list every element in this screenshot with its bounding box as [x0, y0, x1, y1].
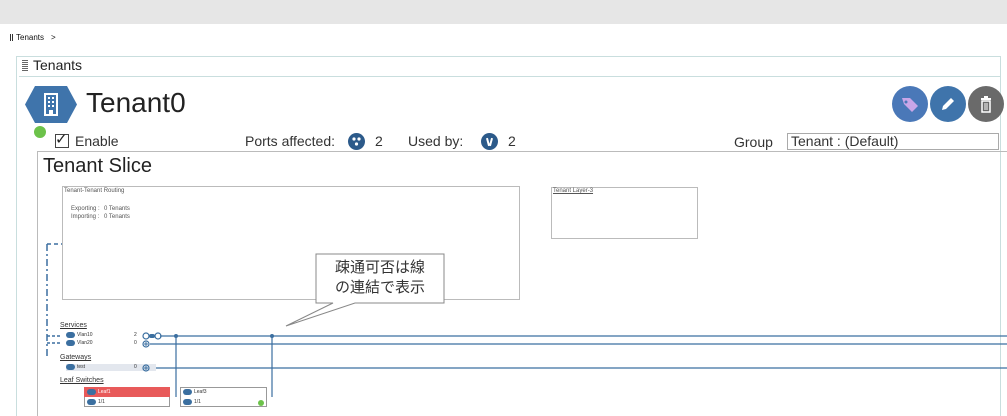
- service-connectors: [142, 332, 162, 348]
- topology-lines: [46, 243, 1007, 397]
- service-name: Vlan10: [77, 332, 93, 338]
- leaf-name: Leaf3: [194, 389, 207, 395]
- gateway-pill-icon: [66, 364, 75, 370]
- leaf-name: Leaf1: [98, 389, 111, 395]
- leaf-status-dot: [258, 400, 264, 406]
- leaf-alarm-bar: [84, 387, 170, 397]
- service-count: 2: [134, 332, 137, 338]
- services-label[interactable]: Services: [60, 322, 87, 329]
- callout-line-2: の連結で表示: [334, 279, 425, 296]
- service-pill-icon: [66, 340, 75, 346]
- leaf-port: 1/1: [194, 399, 201, 405]
- gateway-add-icon[interactable]: [140, 362, 152, 374]
- gateways-label[interactable]: Gateways: [60, 354, 91, 361]
- gateway-count: 0: [134, 364, 137, 370]
- callout-line-1: 疎通可否は線: [334, 259, 425, 276]
- service-name: Vlan20: [77, 340, 93, 346]
- leaf-pill-icon: [87, 389, 96, 395]
- leaf-pill-icon: [183, 389, 192, 395]
- leaf-switches-label[interactable]: Leaf Switches: [60, 377, 104, 384]
- leaf-port: 1/1: [98, 399, 105, 405]
- service-pill-icon: [66, 332, 75, 338]
- callout-annotation: 疎通可否は線 の連結で表示: [318, 258, 442, 298]
- port-pill-icon: [183, 399, 192, 405]
- gateway-name: test: [77, 364, 86, 370]
- port-pill-icon: [87, 399, 96, 405]
- service-count: 0: [134, 340, 137, 346]
